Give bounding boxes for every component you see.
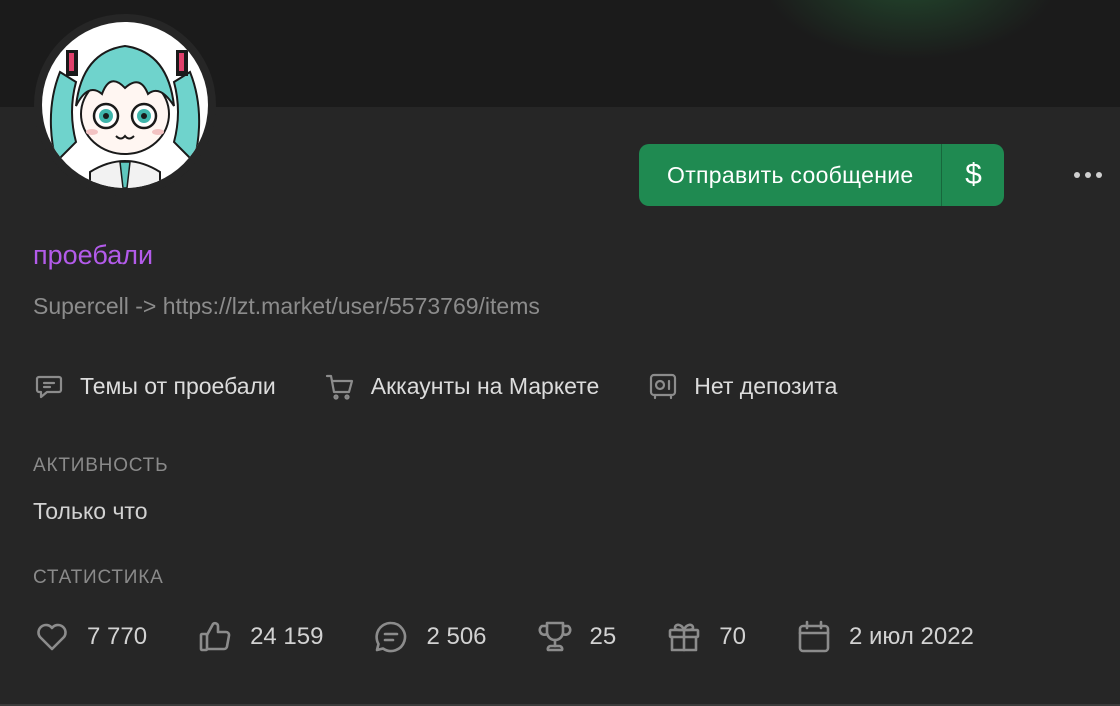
username: проебали xyxy=(33,240,154,270)
dot-icon xyxy=(1074,172,1080,178)
stat-value: 2 июл 2022 xyxy=(848,623,974,650)
stat-gifts[interactable]: 70 xyxy=(665,618,746,656)
statistics-row: 7 770 24 159 2 506 25 70 2 июл 2022 xyxy=(33,617,1023,657)
link-market-accounts[interactable]: Аккаунты на Маркете xyxy=(324,370,599,402)
stat-sympathies[interactable]: 24 159 xyxy=(196,618,323,656)
link-label: Нет депозита xyxy=(694,372,838,399)
stat-value: 25 xyxy=(589,623,617,650)
link-label: Аккаунты на Маркете xyxy=(370,372,600,399)
profile-links: Темы от проебали Аккаунты на Маркете Нет… xyxy=(33,366,885,406)
more-options-button[interactable] xyxy=(1066,160,1110,190)
heart-icon xyxy=(33,618,71,656)
link-user-threads[interactable]: Темы от проебали xyxy=(33,370,276,402)
dot-icon xyxy=(1085,172,1091,178)
link-label: Темы от проебали xyxy=(80,372,276,399)
statistics-heading: СТАТИСТИКА xyxy=(33,567,164,588)
gift-icon xyxy=(665,618,703,656)
send-message-group: Отправить сообщение $ xyxy=(639,144,1005,206)
stat-likes[interactable]: 7 770 xyxy=(33,618,147,656)
safe-icon xyxy=(647,370,679,402)
stat-trophies[interactable]: 25 xyxy=(536,618,617,656)
stat-value: 2 506 xyxy=(426,623,487,650)
stat-messages[interactable]: 2 506 xyxy=(372,618,487,656)
link-deposit[interactable]: Нет депозита xyxy=(647,370,837,402)
dot-icon xyxy=(1096,172,1102,178)
thumbs-up-icon xyxy=(196,618,234,656)
stat-value: 7 770 xyxy=(87,623,148,650)
cart-icon xyxy=(324,370,356,402)
activity-heading: АКТИВНОСТЬ xyxy=(33,455,169,476)
stat-registered: 2 июл 2022 xyxy=(795,618,974,656)
calendar-icon xyxy=(795,618,833,656)
send-message-button[interactable]: Отправить сообщение xyxy=(639,144,941,206)
message-icon xyxy=(372,618,410,656)
activity-value: Только что xyxy=(33,498,148,524)
avatar-image xyxy=(42,22,208,188)
send-money-button[interactable]: $ xyxy=(941,144,1004,206)
trophy-icon xyxy=(536,618,574,656)
profile-status-text: Supercell -> https://lzt.market/user/557… xyxy=(33,293,540,319)
chat-icon xyxy=(33,370,65,402)
banner-glow xyxy=(760,0,1060,60)
avatar[interactable] xyxy=(34,14,216,196)
stat-value: 24 159 xyxy=(250,623,324,650)
stat-value: 70 xyxy=(719,623,746,650)
